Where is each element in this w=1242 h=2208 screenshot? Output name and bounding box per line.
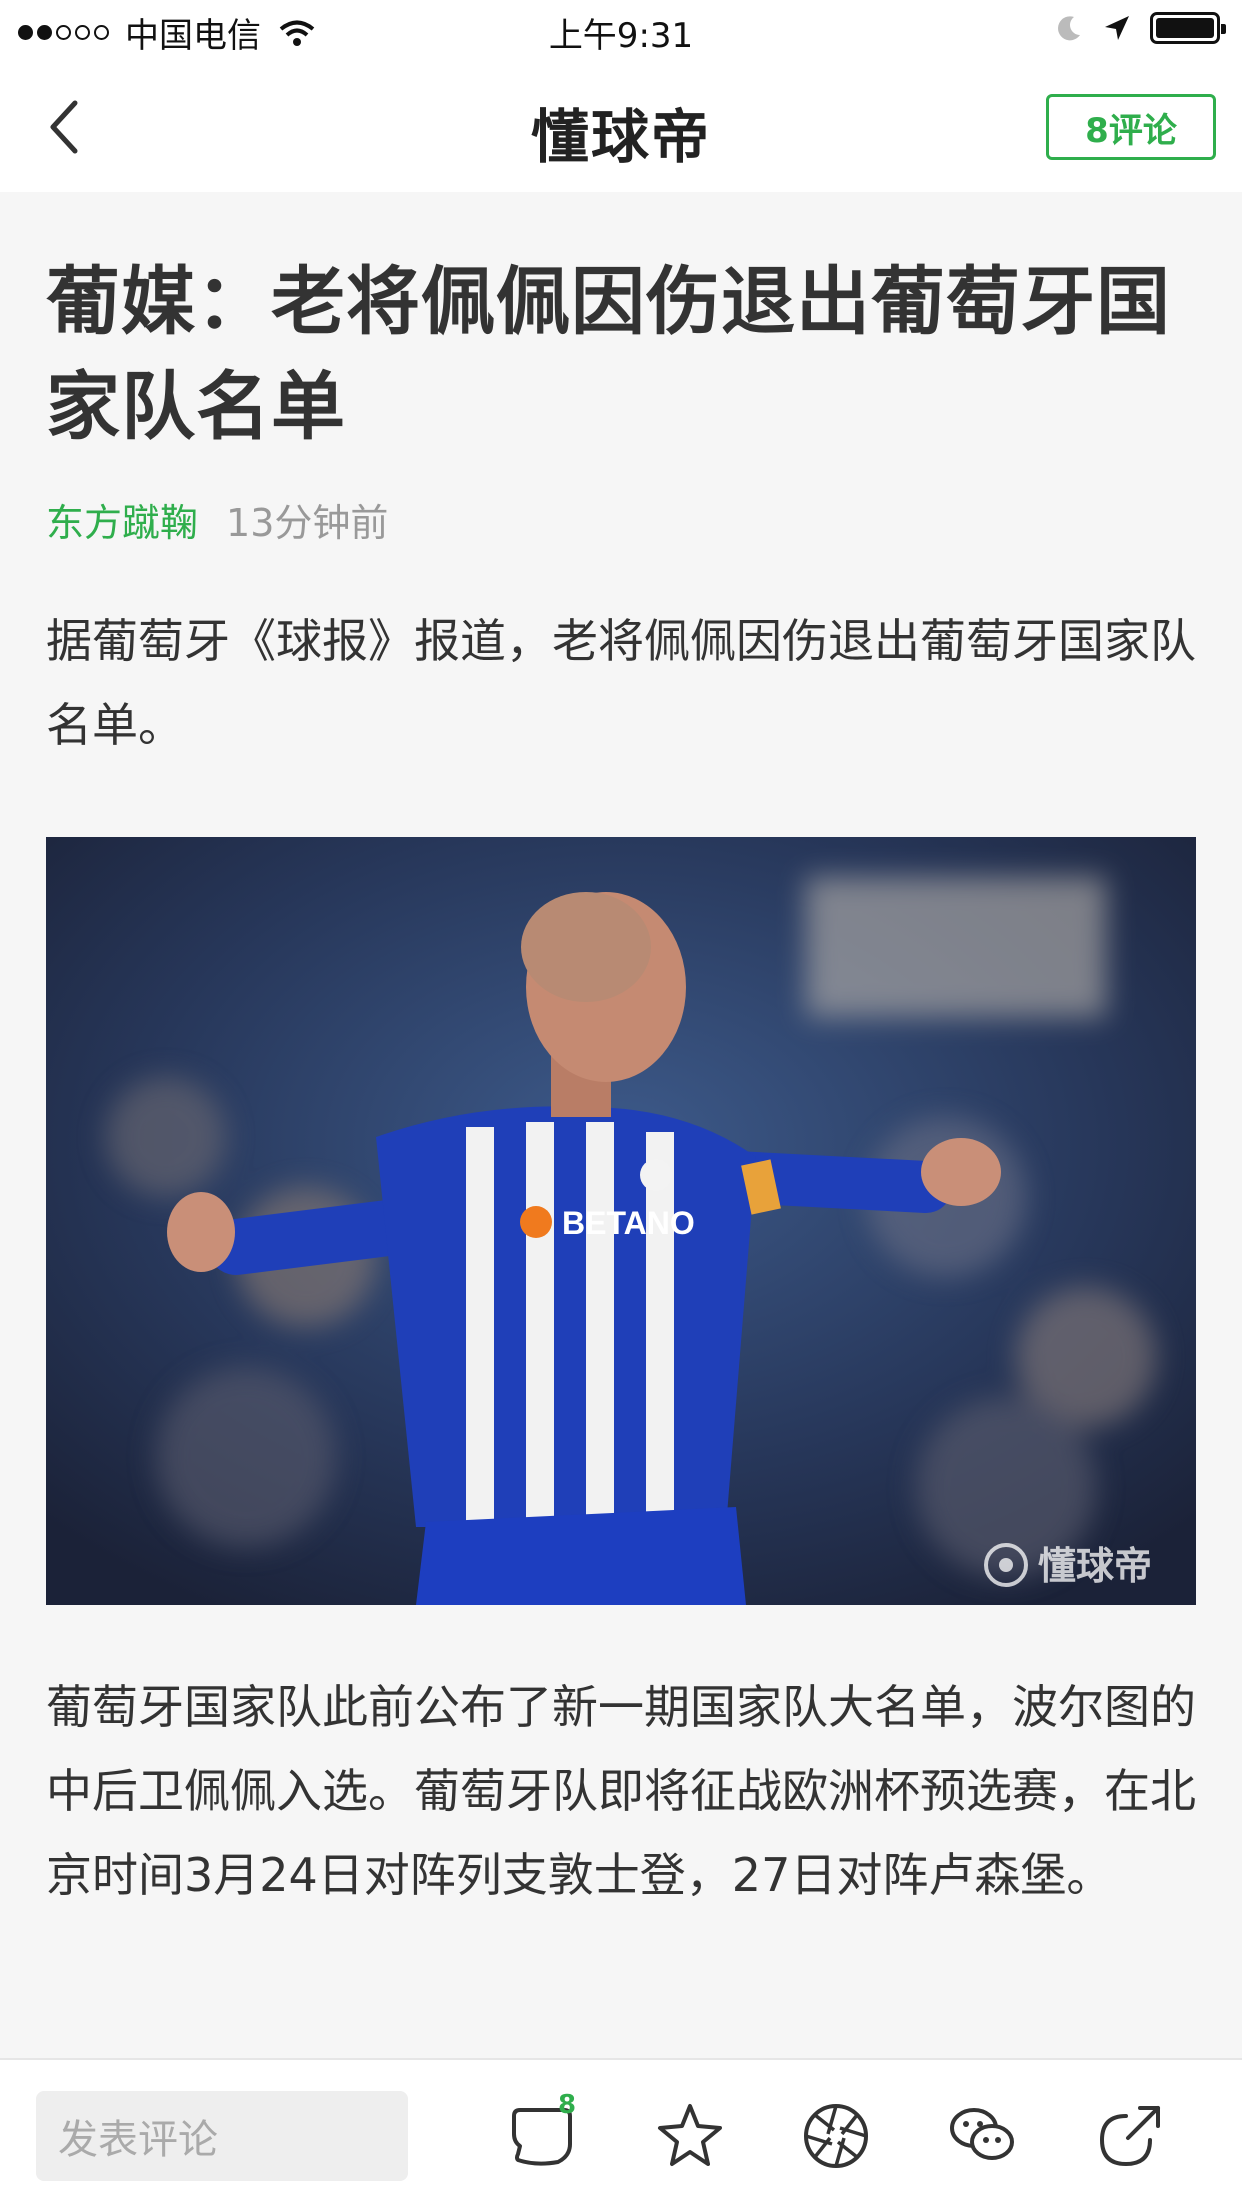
comment-count-badge: 8	[558, 2090, 577, 2120]
wechat-icon	[950, 2108, 1014, 2160]
article-image[interactable]: BETANO 懂球帝	[46, 837, 1196, 1605]
share-icon	[1099, 2106, 1160, 2167]
star-icon	[658, 2104, 722, 2166]
nav-bar: 懂球帝 8评论	[0, 62, 1242, 192]
article-time: 13分钟前	[226, 501, 389, 545]
moon-icon	[1058, 16, 1080, 41]
article-paragraph-2: 葡萄牙国家队此前公布了新一期国家队大名单，波尔图的中后卫佩佩入选。葡萄牙队即将征…	[46, 1680, 1196, 1902]
article-paragraph: 据葡萄牙《球报》报道，老将佩佩因伤退出葡萄牙国家队名单。	[46, 614, 1196, 752]
share-button[interactable]	[1094, 2100, 1166, 2172]
status-right	[1054, 12, 1226, 44]
moments-icon	[804, 2104, 868, 2168]
article-meta: 东方蹴鞠 13分钟前	[46, 492, 1196, 547]
comment-input[interactable]: 发表评论	[36, 2091, 408, 2181]
moments-share-button[interactable]	[800, 2100, 872, 2172]
favorite-button[interactable]	[654, 2100, 726, 2172]
image-watermark: 懂球帝	[1038, 1546, 1152, 1588]
location-icon	[1105, 16, 1129, 40]
article: 葡媒：老将佩佩因伤退出葡萄牙国家队名单 东方蹴鞠 13分钟前 据葡萄牙《球报》报…	[46, 250, 1196, 767]
bottom-toolbar: 发表评论 8	[0, 2058, 1242, 2208]
player-photo: BETANO 懂球帝	[46, 837, 1196, 1605]
article-title: 葡媒：老将佩佩因伤退出葡萄牙国家队名单	[46, 259, 1171, 450]
comment-count-button[interactable]: 8	[506, 2090, 578, 2172]
wechat-share-button[interactable]	[946, 2100, 1018, 2172]
article-source[interactable]: 东方蹴鞠	[46, 492, 198, 547]
comments-button[interactable]: 8评论	[1046, 94, 1216, 160]
jersey-sponsor-text: BETANO	[562, 1205, 695, 1241]
battery-icon	[1150, 12, 1226, 44]
status-bar: 中国电信 上午9:31	[0, 0, 1242, 62]
